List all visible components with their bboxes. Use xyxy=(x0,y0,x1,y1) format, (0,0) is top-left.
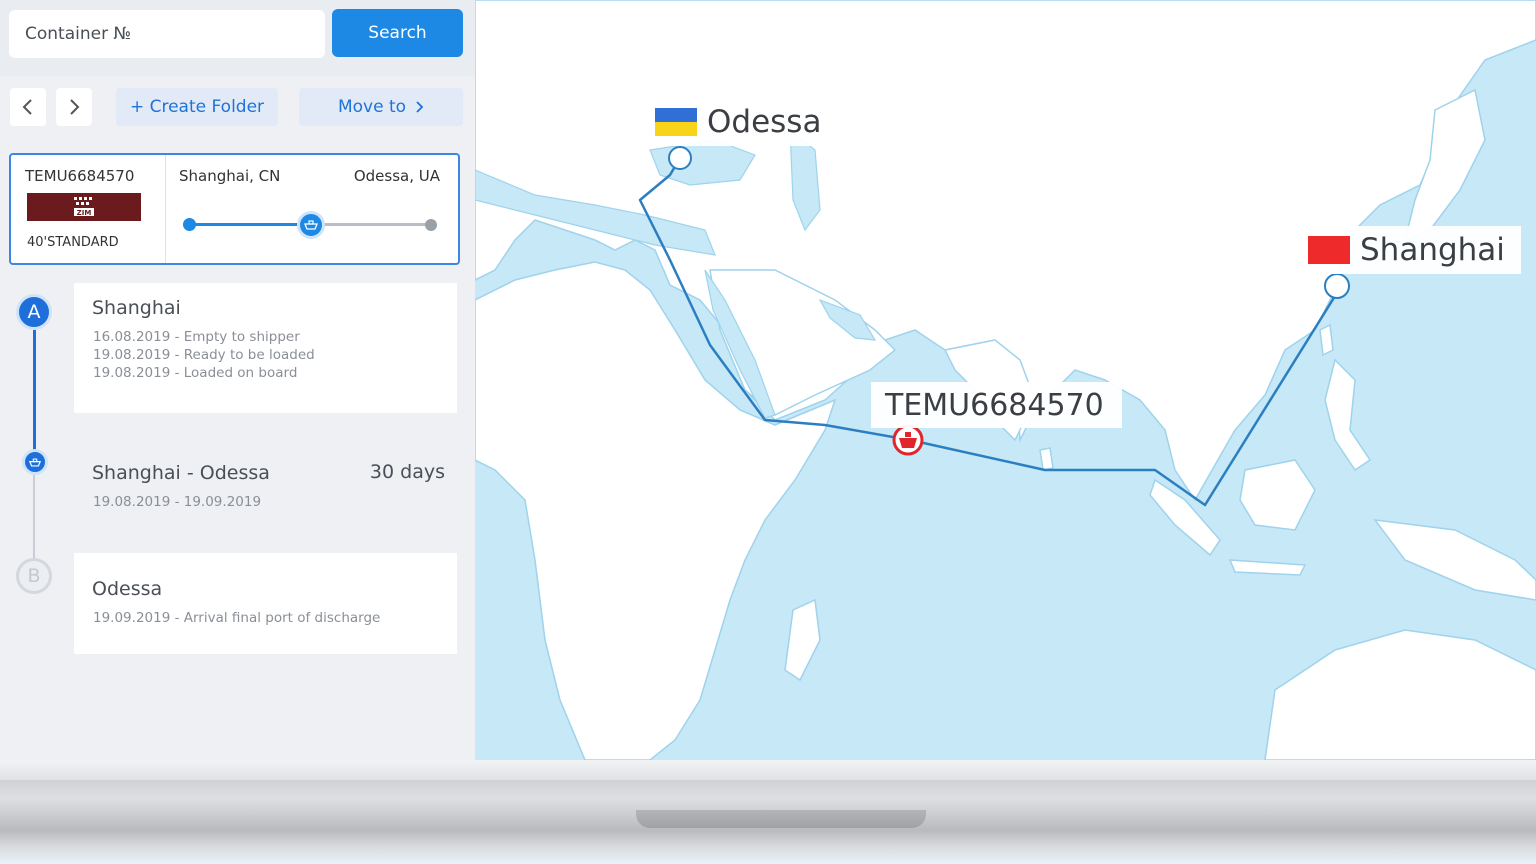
origin-port: Shanghai, CN xyxy=(179,167,281,185)
forward-button[interactable] xyxy=(56,88,92,126)
china-flag-icon xyxy=(1308,236,1350,264)
app-screen: Search + Create Folder Move to TEMU66845… xyxy=(0,0,1536,760)
zim-logo-icon: ZIM xyxy=(74,197,94,217)
origin-event-card[interactable]: Shanghai 16.08.2019 - Empty to shipper 1… xyxy=(74,283,457,413)
progress-ship-marker xyxy=(297,211,325,239)
carrier-logo-text: ZIM xyxy=(77,209,92,217)
container-info: TEMU6684570 ZIM 40'STANDARD xyxy=(11,155,166,263)
create-folder-button[interactable]: + Create Folder xyxy=(116,88,278,126)
timeline-ship-marker xyxy=(22,449,48,475)
chevron-left-icon xyxy=(22,99,32,115)
container-id: TEMU6684570 xyxy=(25,167,135,185)
odessa-map-label[interactable]: Odessa xyxy=(643,98,840,146)
origin-event: 19.08.2019 - Loaded on board xyxy=(93,365,298,381)
progress-fill xyxy=(189,223,311,226)
origin-event: 19.08.2019 - Ready to be loaded xyxy=(93,347,315,363)
destination-port: Odessa, UA xyxy=(353,167,440,185)
create-folder-label: + Create Folder xyxy=(129,97,265,117)
land-taiwan xyxy=(1319,323,1334,357)
transit-duration: 30 days xyxy=(369,461,445,483)
destination-event-card[interactable]: Odessa 19.09.2019 - Arrival final port o… xyxy=(74,553,457,654)
chevron-right-icon xyxy=(416,101,424,113)
origin-title: Shanghai xyxy=(92,297,181,319)
timeline-end-marker: B xyxy=(16,558,52,594)
progress-start-dot xyxy=(183,218,196,231)
shanghai-label-text: Shanghai xyxy=(1360,232,1505,268)
search-button[interactable]: Search xyxy=(332,9,463,57)
timeline-remaining-line xyxy=(33,470,35,560)
container-card[interactable]: TEMU6684570 ZIM 40'STANDARD Shanghai, CN… xyxy=(9,153,460,265)
laptop-opening-notch xyxy=(636,810,926,828)
land-sri-lanka xyxy=(1039,447,1054,471)
laptop-frame xyxy=(0,760,1536,864)
route-map[interactable]: Odessa Shanghai TEMU6684570 xyxy=(475,0,1536,760)
ship-icon xyxy=(29,458,41,467)
search-bar: Search xyxy=(0,0,475,76)
world-map xyxy=(475,0,1536,760)
timeline-start-marker: A xyxy=(16,294,52,330)
container-type: 40'STANDARD xyxy=(27,235,119,250)
destination-title: Odessa xyxy=(92,578,163,600)
odessa-port-marker[interactable] xyxy=(668,146,692,170)
sidebar: Search + Create Folder Move to TEMU66845… xyxy=(0,0,475,760)
move-to-label: Move to xyxy=(337,97,407,117)
container-search-input[interactable] xyxy=(9,10,325,58)
progress-end-dot xyxy=(425,219,437,231)
origin-event: 16.08.2019 - Empty to shipper xyxy=(93,329,300,345)
chevron-right-icon xyxy=(70,99,80,115)
shanghai-port-marker[interactable] xyxy=(1324,273,1350,299)
transit-event[interactable]: Shanghai - Odessa 30 days 19.08.2019 - 1… xyxy=(74,448,457,528)
shanghai-map-label[interactable]: Shanghai xyxy=(1298,226,1521,274)
back-button[interactable] xyxy=(10,88,46,126)
ukraine-flag-icon xyxy=(655,108,697,136)
transit-title: Shanghai - Odessa xyxy=(92,462,270,484)
laptop-screen-bezel xyxy=(0,760,1536,780)
transit-dates: 19.08.2019 - 19.09.2019 xyxy=(93,494,262,510)
odessa-label-text: Odessa xyxy=(707,104,822,140)
container-label-text: TEMU6684570 xyxy=(885,387,1104,423)
move-to-button[interactable]: Move to xyxy=(299,88,463,126)
ship-icon xyxy=(304,220,318,230)
timeline-progress-line xyxy=(33,330,36,460)
container-map-label[interactable]: TEMU6684570 xyxy=(871,382,1122,428)
destination-event: 19.09.2019 - Arrival final port of disch… xyxy=(93,610,381,626)
carrier-logo: ZIM xyxy=(27,193,141,221)
